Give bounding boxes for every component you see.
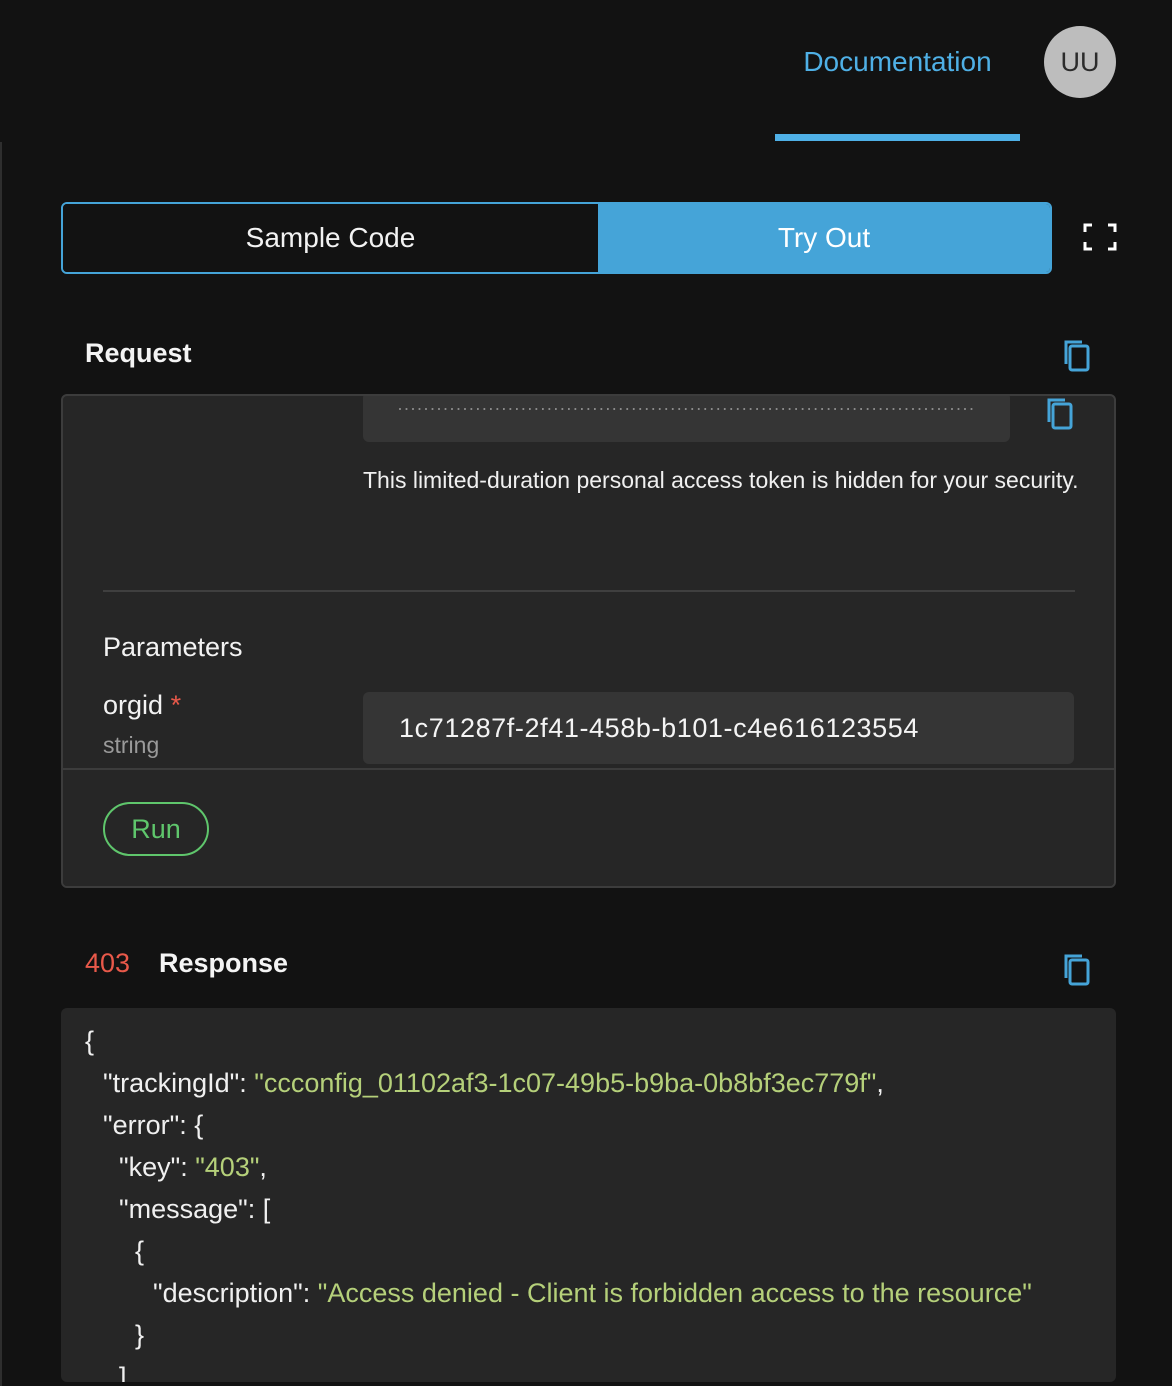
- top-bar: Documentation UU: [0, 0, 1172, 142]
- parameters-title: Parameters: [103, 632, 243, 662]
- run-button[interactable]: Run: [103, 802, 209, 856]
- code-line: }: [135, 1320, 145, 1350]
- param-name: orgid: [103, 690, 164, 720]
- try-out-button[interactable]: Try Out: [598, 204, 1050, 272]
- request-title: Request: [85, 338, 192, 368]
- copy-request-icon[interactable]: [1062, 338, 1092, 374]
- avatar[interactable]: UU: [1044, 26, 1116, 98]
- code-line: "description": "Access denied - Client i…: [153, 1278, 1032, 1308]
- orgid-input[interactable]: 1c71287f-2f41-458b-b101-c4e616123554: [363, 692, 1074, 764]
- divider: [103, 590, 1075, 592]
- status-code: 403: [85, 948, 131, 978]
- masked-token: ········································…: [397, 398, 977, 418]
- code-line: {: [135, 1236, 145, 1266]
- tab-documentation[interactable]: Documentation: [775, 40, 1020, 84]
- panel-left-border: [0, 142, 2, 1386]
- code-line: "key": "403",: [119, 1152, 267, 1182]
- token-note: This limited-duration personal access to…: [363, 467, 1079, 493]
- run-area: Run: [63, 768, 1114, 886]
- active-tab-indicator: [775, 134, 1020, 141]
- code-line: ]: [119, 1362, 127, 1382]
- code-line: "trackingId": "ccconfig_01102af3-1c07-49…: [103, 1068, 884, 1098]
- fullscreen-icon[interactable]: [1082, 222, 1118, 252]
- code-line: "error": {: [103, 1110, 204, 1140]
- required-marker: *: [170, 690, 182, 720]
- param-type: string: [103, 732, 160, 758]
- response-title: Response: [159, 948, 289, 978]
- access-token-field: ········································…: [363, 396, 1010, 442]
- response-body: { "trackingId": "ccconfig_01102af3-1c07-…: [61, 1008, 1116, 1382]
- code-line: {: [85, 1026, 95, 1056]
- param-label: orgid *: [103, 690, 181, 721]
- copy-token-icon[interactable]: [1045, 396, 1075, 432]
- request-panel: ········································…: [61, 394, 1116, 888]
- sample-code-button[interactable]: Sample Code: [63, 204, 598, 272]
- code-line: "message": [: [119, 1194, 271, 1224]
- mode-toggle: Sample Code Try Out: [61, 202, 1052, 274]
- copy-response-icon[interactable]: [1062, 952, 1092, 988]
